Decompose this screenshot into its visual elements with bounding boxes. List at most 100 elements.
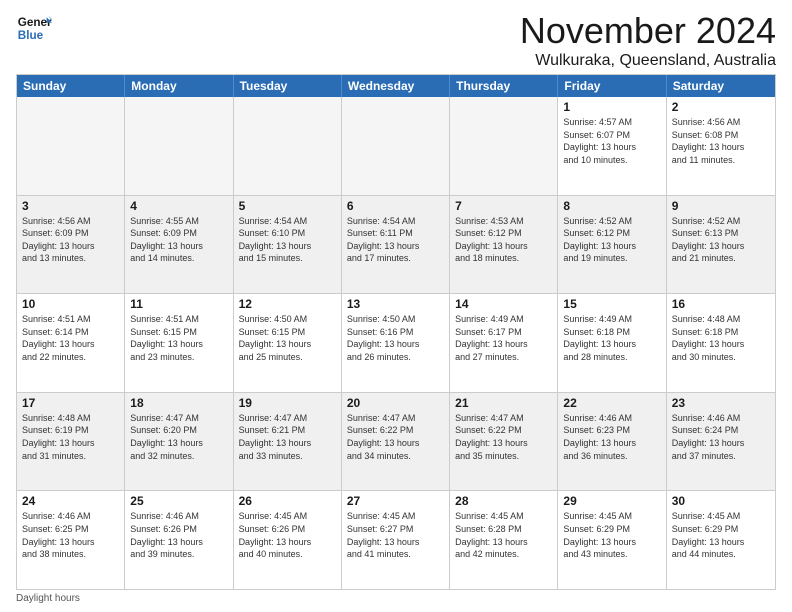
header-tuesday: Tuesday xyxy=(234,75,342,97)
day-info: Sunrise: 4:56 AM Sunset: 6:08 PM Dayligh… xyxy=(672,116,770,166)
calendar-cell xyxy=(17,97,125,195)
svg-text:Blue: Blue xyxy=(18,29,44,42)
day-number: 30 xyxy=(672,494,770,508)
day-info: Sunrise: 4:45 AM Sunset: 6:26 PM Dayligh… xyxy=(239,510,336,560)
day-number: 26 xyxy=(239,494,336,508)
location-title: Wulkuraka, Queensland, Australia xyxy=(520,52,776,70)
calendar-cell xyxy=(234,97,342,195)
calendar-cell: 16 Sunrise: 4:48 AM Sunset: 6:18 PM Dayli… xyxy=(667,294,775,392)
day-info: Sunrise: 4:55 AM Sunset: 6:09 PM Dayligh… xyxy=(130,215,227,265)
calendar-cell: 23 Sunrise: 4:46 AM Sunset: 6:24 PM Dayli… xyxy=(667,393,775,491)
day-number: 14 xyxy=(455,297,552,311)
day-info: Sunrise: 4:53 AM Sunset: 6:12 PM Dayligh… xyxy=(455,215,552,265)
calendar-cell: 14 Sunrise: 4:49 AM Sunset: 6:17 PM Dayli… xyxy=(450,294,558,392)
logo-icon: General Blue xyxy=(16,10,52,46)
calendar-cell: 25 Sunrise: 4:46 AM Sunset: 6:26 PM Dayli… xyxy=(125,491,233,589)
day-info: Sunrise: 4:46 AM Sunset: 6:25 PM Dayligh… xyxy=(22,510,119,560)
day-info: Sunrise: 4:47 AM Sunset: 6:20 PM Dayligh… xyxy=(130,412,227,462)
calendar-row: 3 Sunrise: 4:56 AM Sunset: 6:09 PM Daylig… xyxy=(17,196,775,295)
day-info: Sunrise: 4:45 AM Sunset: 6:29 PM Dayligh… xyxy=(563,510,660,560)
day-info: Sunrise: 4:47 AM Sunset: 6:22 PM Dayligh… xyxy=(347,412,444,462)
day-number: 18 xyxy=(130,396,227,410)
day-number: 1 xyxy=(563,100,660,114)
day-number: 8 xyxy=(563,199,660,213)
header-saturday: Saturday xyxy=(667,75,775,97)
month-title: November 2024 xyxy=(520,10,776,52)
calendar-cell: 19Sunrise: 4:47 AM Sunset: 6:21 PM Dayli… xyxy=(234,393,342,491)
day-info: Sunrise: 4:51 AM Sunset: 6:15 PM Dayligh… xyxy=(130,313,227,363)
calendar-cell: 10Sunrise: 4:51 AM Sunset: 6:14 PM Dayli… xyxy=(17,294,125,392)
day-number: 29 xyxy=(563,494,660,508)
calendar-cell: 17Sunrise: 4:48 AM Sunset: 6:19 PM Dayli… xyxy=(17,393,125,491)
calendar-cell: 11 Sunrise: 4:51 AM Sunset: 6:15 PM Dayli… xyxy=(125,294,233,392)
day-number: 13 xyxy=(347,297,444,311)
calendar-cell: 30 Sunrise: 4:45 AM Sunset: 6:29 PM Dayli… xyxy=(667,491,775,589)
day-number: 21 xyxy=(455,396,552,410)
header-sunday: Sunday xyxy=(17,75,125,97)
day-number: 20 xyxy=(347,396,444,410)
day-info: Sunrise: 4:46 AM Sunset: 6:24 PM Dayligh… xyxy=(672,412,770,462)
calendar-cell: 15 Sunrise: 4:49 AM Sunset: 6:18 PM Dayli… xyxy=(558,294,666,392)
day-number: 9 xyxy=(672,199,770,213)
day-number: 15 xyxy=(563,297,660,311)
day-number: 22 xyxy=(563,396,660,410)
calendar-cell: 28 Sunrise: 4:45 AM Sunset: 6:28 PM Dayli… xyxy=(450,491,558,589)
header-wednesday: Wednesday xyxy=(342,75,450,97)
day-number: 10 xyxy=(22,297,119,311)
calendar-cell: 4 Sunrise: 4:55 AM Sunset: 6:09 PM Daylig… xyxy=(125,196,233,294)
calendar-cell xyxy=(342,97,450,195)
calendar-cell: 18 Sunrise: 4:47 AM Sunset: 6:20 PM Dayli… xyxy=(125,393,233,491)
calendar: Sunday Monday Tuesday Wednesday Thursday… xyxy=(16,74,776,590)
page: General Blue November 2024 Wulkuraka, Qu… xyxy=(0,0,792,612)
day-number: 25 xyxy=(130,494,227,508)
title-block: November 2024 Wulkuraka, Queensland, Aus… xyxy=(520,10,776,70)
footer-note: Daylight hours xyxy=(16,593,776,604)
day-info: Sunrise: 4:52 AM Sunset: 6:12 PM Dayligh… xyxy=(563,215,660,265)
calendar-cell: 27 Sunrise: 4:45 AM Sunset: 6:27 PM Dayli… xyxy=(342,491,450,589)
calendar-cell xyxy=(125,97,233,195)
calendar-cell: 12Sunrise: 4:50 AM Sunset: 6:15 PM Dayli… xyxy=(234,294,342,392)
day-number: 3 xyxy=(22,199,119,213)
day-info: Sunrise: 4:46 AM Sunset: 6:26 PM Dayligh… xyxy=(130,510,227,560)
day-info: Sunrise: 4:48 AM Sunset: 6:18 PM Dayligh… xyxy=(672,313,770,363)
day-info: Sunrise: 4:50 AM Sunset: 6:16 PM Dayligh… xyxy=(347,313,444,363)
calendar-cell: 29 Sunrise: 4:45 AM Sunset: 6:29 PM Dayli… xyxy=(558,491,666,589)
day-number: 28 xyxy=(455,494,552,508)
day-number: 4 xyxy=(130,199,227,213)
day-info: Sunrise: 4:57 AM Sunset: 6:07 PM Dayligh… xyxy=(563,116,660,166)
day-info: Sunrise: 4:50 AM Sunset: 6:15 PM Dayligh… xyxy=(239,313,336,363)
calendar-cell: 2Sunrise: 4:56 AM Sunset: 6:08 PM Daylig… xyxy=(667,97,775,195)
day-info: Sunrise: 4:45 AM Sunset: 6:29 PM Dayligh… xyxy=(672,510,770,560)
calendar-cell: 7 Sunrise: 4:53 AM Sunset: 6:12 PM Daylig… xyxy=(450,196,558,294)
day-info: Sunrise: 4:54 AM Sunset: 6:11 PM Dayligh… xyxy=(347,215,444,265)
calendar-cell: 24 Sunrise: 4:46 AM Sunset: 6:25 PM Dayli… xyxy=(17,491,125,589)
day-number: 27 xyxy=(347,494,444,508)
day-info: Sunrise: 4:49 AM Sunset: 6:18 PM Dayligh… xyxy=(563,313,660,363)
day-number: 7 xyxy=(455,199,552,213)
day-info: Sunrise: 4:56 AM Sunset: 6:09 PM Dayligh… xyxy=(22,215,119,265)
day-info: Sunrise: 4:49 AM Sunset: 6:17 PM Dayligh… xyxy=(455,313,552,363)
day-number: 23 xyxy=(672,396,770,410)
day-info: Sunrise: 4:45 AM Sunset: 6:27 PM Dayligh… xyxy=(347,510,444,560)
logo: General Blue xyxy=(16,10,52,46)
day-info: Sunrise: 4:46 AM Sunset: 6:23 PM Dayligh… xyxy=(563,412,660,462)
calendar-cell: 1 Sunrise: 4:57 AM Sunset: 6:07 PM Daylig… xyxy=(558,97,666,195)
calendar-cell: 6Sunrise: 4:54 AM Sunset: 6:11 PM Daylig… xyxy=(342,196,450,294)
calendar-row: 17Sunrise: 4:48 AM Sunset: 6:19 PM Dayli… xyxy=(17,393,775,492)
day-number: 19 xyxy=(239,396,336,410)
day-number: 17 xyxy=(22,396,119,410)
calendar-cell: 20 Sunrise: 4:47 AM Sunset: 6:22 PM Dayli… xyxy=(342,393,450,491)
calendar-cell: 21Sunrise: 4:47 AM Sunset: 6:22 PM Dayli… xyxy=(450,393,558,491)
calendar-cell: 5Sunrise: 4:54 AM Sunset: 6:10 PM Daylig… xyxy=(234,196,342,294)
calendar-cell: 3 Sunrise: 4:56 AM Sunset: 6:09 PM Daylig… xyxy=(17,196,125,294)
calendar-row: 24 Sunrise: 4:46 AM Sunset: 6:25 PM Dayli… xyxy=(17,491,775,589)
calendar-header: Sunday Monday Tuesday Wednesday Thursday… xyxy=(17,75,775,97)
day-info: Sunrise: 4:45 AM Sunset: 6:28 PM Dayligh… xyxy=(455,510,552,560)
day-number: 24 xyxy=(22,494,119,508)
header-friday: Friday xyxy=(558,75,666,97)
calendar-cell: 26 Sunrise: 4:45 AM Sunset: 6:26 PM Dayli… xyxy=(234,491,342,589)
day-number: 16 xyxy=(672,297,770,311)
calendar-cell: 9Sunrise: 4:52 AM Sunset: 6:13 PM Daylig… xyxy=(667,196,775,294)
calendar-cell xyxy=(450,97,558,195)
day-number: 11 xyxy=(130,297,227,311)
